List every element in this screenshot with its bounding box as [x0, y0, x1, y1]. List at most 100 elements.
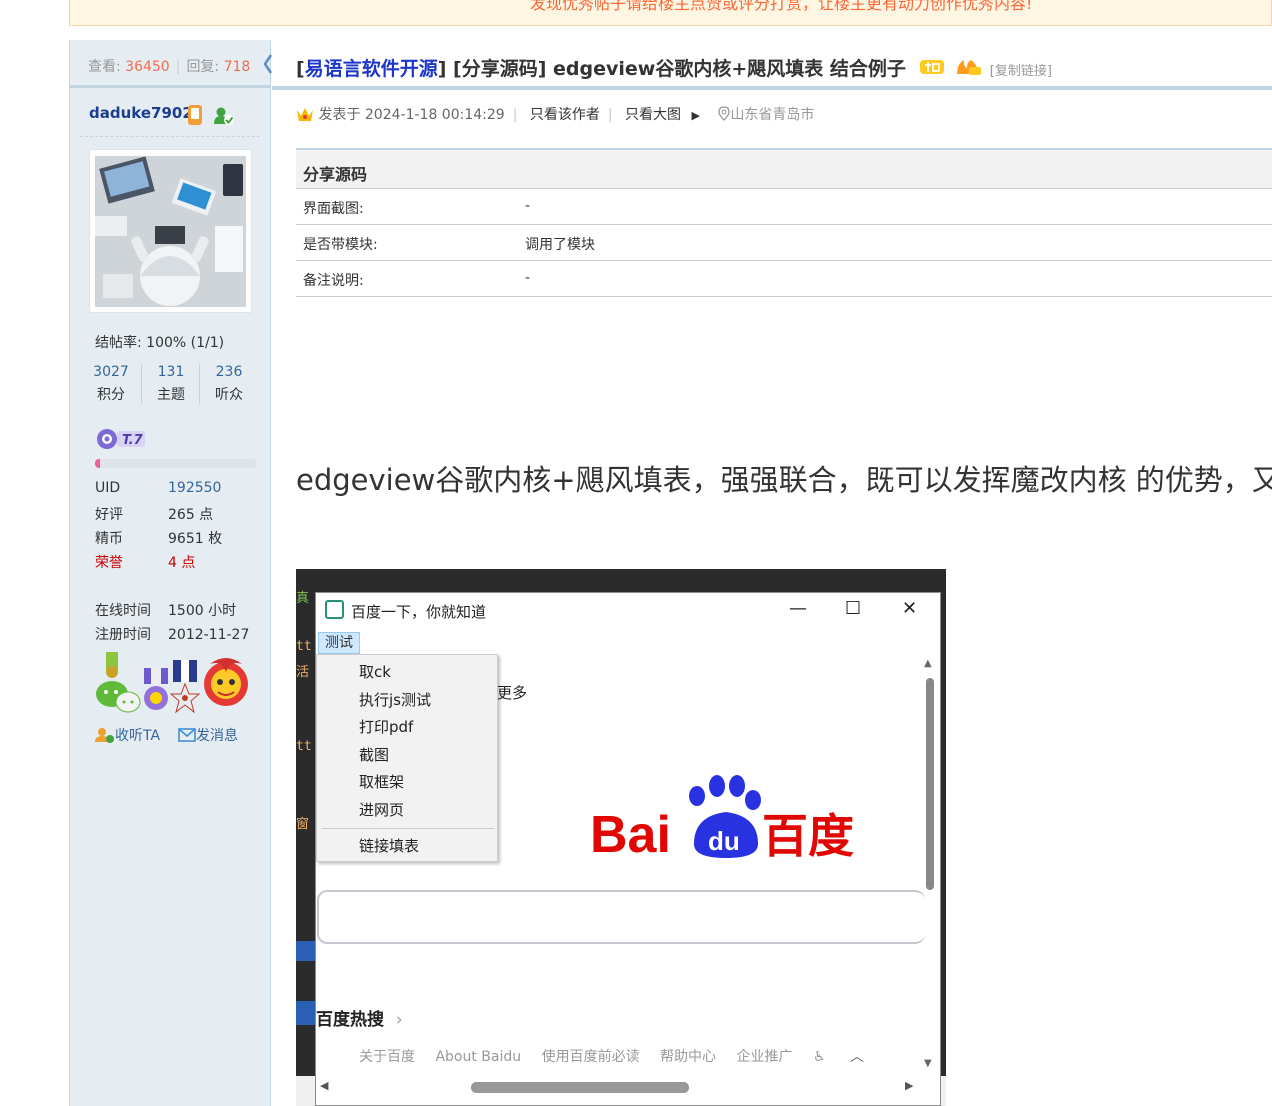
baidu-logo: Bai du 百度 [590, 775, 854, 860]
level-text: T.7 [122, 433, 144, 448]
user-online-icon [214, 107, 234, 125]
scroll-down-icon[interactable]: ▼ [924, 1058, 932, 1069]
chevron-up-icon[interactable]: ︿ [850, 1049, 864, 1065]
vertical-scroll-thumb[interactable] [926, 678, 934, 890]
menu-item-open-page[interactable]: 进网页 [359, 799, 404, 820]
source-table-header: 分享源码 [296, 148, 1272, 189]
threads-stat[interactable]: 131 主题 [141, 364, 201, 404]
info-key: UID [95, 480, 121, 496]
message-label: 发消息 [196, 728, 238, 744]
info-key: 注册时间 [95, 627, 151, 643]
follow-button[interactable]: 收听TA [95, 725, 160, 745]
menu-test[interactable]: 测试 [318, 632, 360, 654]
menu-item-run-js[interactable]: 执行js测试 [359, 689, 431, 710]
points-count[interactable]: 3027 [81, 364, 141, 380]
footer-link[interactable]: 企业推广 [737, 1049, 793, 1065]
post-date: 发表于 2024-1-18 00:14:29 [318, 107, 505, 123]
maximize-icon[interactable]: ☐ [845, 598, 861, 619]
author-username[interactable]: daduke7902 [89, 104, 193, 122]
table-header-text: 分享源码 [303, 165, 368, 184]
cross-medal-icon[interactable] [170, 660, 200, 714]
footer-link[interactable]: About Baidu [435, 1049, 521, 1065]
info-value: 2012-11-27 [168, 627, 250, 643]
app-icon [325, 600, 344, 619]
hot-search-title[interactable]: 百度热搜 › [316, 1005, 403, 1030]
avatar[interactable] [89, 149, 252, 313]
chevron-left-icon [263, 54, 273, 74]
level-progress-bar [95, 459, 257, 468]
views-count: 36450 [125, 59, 170, 75]
scroll-up-icon[interactable]: ▲ [924, 658, 932, 669]
minimize-icon[interactable]: — [789, 598, 807, 619]
footer-link[interactable]: 关于百度 [359, 1049, 415, 1065]
envelope-icon [178, 728, 196, 742]
wechat-medal-icon[interactable] [94, 652, 142, 714]
only-images-link[interactable]: 只看大图 [625, 107, 681, 123]
play-icon[interactable]: ▶ [691, 109, 699, 122]
accessibility-icon[interactable]: ♿ [813, 1049, 826, 1065]
notice-text: 发现优秀帖子请给楼主点赞或评分打赏，让楼主更有动力创作优秀内容! [530, 0, 1033, 13]
scroll-left-icon[interactable]: ◀ [320, 1079, 328, 1092]
followers-stat[interactable]: 236 听众 [199, 364, 259, 404]
only-author-link[interactable]: 只看该作者 [530, 107, 600, 123]
table-key: 备注说明: [303, 273, 364, 289]
level-progress-fill [95, 459, 100, 468]
info-key: 在线时间 [95, 603, 151, 619]
info-value: 9651 枚 [168, 531, 223, 547]
copy-link-button[interactable]: [复制链接] [990, 64, 1052, 79]
search-input[interactable] [317, 890, 925, 944]
title-divider [272, 86, 1272, 90]
info-key: 精币 [95, 531, 123, 547]
dragon-medal-icon[interactable] [200, 652, 252, 712]
post-title: edgeview谷歌内核+飓风填表 结合例子 [553, 58, 906, 80]
menu-item-print-pdf[interactable]: 打印pdf [359, 716, 413, 737]
followers-label: 听众 [215, 387, 243, 403]
location-pin-icon [718, 106, 731, 121]
follow-label: 收听TA [115, 728, 161, 744]
info-key: 好评 [95, 507, 123, 523]
menu-item-get-cookie[interactable]: 取ck [359, 661, 391, 682]
test-menu-dropdown [316, 654, 498, 862]
table-value: - [525, 270, 531, 286]
close-icon[interactable]: ✕ [902, 598, 917, 619]
logo-text-left: Bai [590, 806, 671, 860]
info-value: 265 点 [168, 507, 214, 523]
points-label: 积分 [97, 387, 125, 403]
info-value: 1500 小时 [168, 603, 237, 619]
hot-search-label: 百度热搜 [316, 1010, 384, 1030]
close-rate: 结帖率: 100% (1/1) [95, 335, 225, 351]
footer-link[interactable]: 帮助中心 [660, 1049, 716, 1065]
menu-item-screenshot[interactable]: 截图 [359, 744, 389, 765]
forum-bracket-open: [ [296, 58, 305, 80]
menu-item-link-fill[interactable]: 链接填表 [359, 835, 419, 856]
followers-count[interactable]: 236 [199, 364, 259, 380]
more-link[interactable]: 更多 [497, 682, 527, 703]
replies-count: 718 [223, 59, 251, 75]
notice-banner: 发现优秀帖子请给楼主点赞或评分打赏，让楼主更有动力创作优秀内容! [69, 0, 1272, 26]
logo-text-mid: du [708, 826, 740, 856]
window-title: 百度一下，你就知道 [351, 603, 487, 621]
menu-item-get-frame[interactable]: 取框架 [359, 771, 404, 792]
points-stat[interactable]: 3027 积分 [81, 364, 141, 404]
avatar-image [95, 156, 246, 307]
forum-link[interactable]: 易语言软件开源 [305, 58, 438, 80]
info-row: 荣誉 4 点 [95, 552, 195, 572]
star-medal-icon[interactable] [142, 668, 170, 714]
recommend-badge-icon [919, 60, 944, 74]
footer-link[interactable]: 使用百度前必读 [542, 1049, 640, 1065]
scroll-right-icon[interactable]: ▶ [905, 1079, 913, 1092]
online-time-row: 在线时间 1500 小时 [95, 600, 236, 620]
register-time-row: 注册时间 2012-11-27 [95, 624, 249, 644]
threads-count[interactable]: 131 [141, 364, 201, 380]
table-row: 是否带模块: 调用了模块 [296, 225, 1272, 261]
table-row: 界面截图: - [296, 189, 1272, 225]
send-message-button[interactable]: 发消息 [178, 725, 238, 745]
replies-label: 回复: [186, 59, 220, 75]
info-row: 好评 265 点 [95, 504, 213, 524]
mobile-icon [188, 105, 202, 125]
info-value: 4 点 [168, 555, 196, 571]
horizontal-scroll-thumb[interactable] [471, 1082, 689, 1093]
uid-link[interactable]: 192550 [168, 480, 221, 496]
post-title-row: [易语言软件开源] [分享源码] edgeview谷歌内核+飓风填表 结合例子 … [296, 58, 1052, 80]
info-key: 荣誉 [95, 555, 123, 571]
